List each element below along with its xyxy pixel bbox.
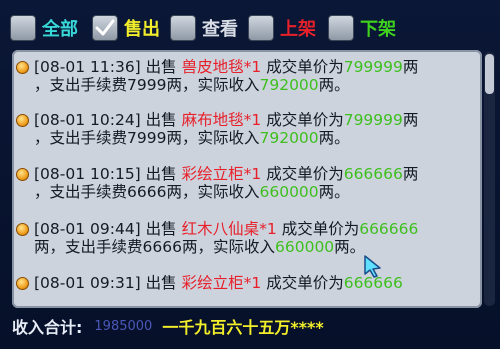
log-unit: 两 bbox=[402, 58, 419, 76]
log-entry: [08-01 11:36] 出售 兽皮地毯*1 成交单价为799999两 ，支出手… bbox=[16, 58, 478, 94]
filter-list[interactable]: 上架 bbox=[248, 12, 316, 44]
log-entry: [08-01 10:15] 出售 彩绘立柜*1 成交单价为666666两 ，支出手… bbox=[16, 165, 478, 201]
log-item: 彩绘立柜*1 bbox=[181, 165, 262, 183]
log-price: 666666 bbox=[359, 220, 419, 238]
checkbox[interactable] bbox=[92, 15, 118, 41]
income-total-bar: 收入合计: 1985000 一千九百六十五万**** bbox=[12, 313, 482, 339]
scrollbar[interactable] bbox=[484, 52, 495, 306]
log-income: 792000 bbox=[259, 76, 319, 94]
log-price-label: 成交单价为 bbox=[266, 274, 344, 292]
log-income: 660000 bbox=[259, 183, 319, 201]
log-income-label: 两，实际收入 bbox=[166, 129, 260, 147]
log-end: 两。 bbox=[318, 183, 350, 201]
income-total-value: 1985000 bbox=[94, 318, 153, 334]
filter-delist[interactable]: 下架 bbox=[328, 12, 396, 44]
log-fee: 7999 bbox=[127, 129, 167, 147]
log-entry: [08-01 09:44] 出售 红木八仙桌*1 成交单价为666666 两，支出… bbox=[16, 220, 478, 256]
filter-label: 上架 bbox=[280, 19, 316, 40]
filter-bar: 全部 售出 查看 上架 下架 bbox=[8, 8, 492, 48]
income-total-label: 收入合计: bbox=[12, 318, 83, 337]
log-item: 红木八仙桌*1 bbox=[181, 220, 277, 238]
log-fee: 6666 bbox=[127, 183, 167, 201]
log-action: 出售 bbox=[145, 274, 177, 292]
log-entry: [08-01 10:24] 出售 麻布地毯*1 成交单价为799999两 ，支出手… bbox=[16, 111, 478, 147]
filter-label: 查看 bbox=[202, 19, 238, 40]
checkbox[interactable] bbox=[248, 15, 274, 41]
check-icon bbox=[95, 19, 115, 36]
filter-all[interactable]: 全部 bbox=[10, 12, 78, 44]
log-income: 792000 bbox=[259, 129, 319, 147]
log-item: 兽皮地毯*1 bbox=[181, 58, 262, 76]
log-income-label: 两，实际收入 bbox=[166, 76, 260, 94]
log-end: 两。 bbox=[318, 129, 350, 147]
log-action: 出售 bbox=[145, 111, 177, 129]
log-price: 799999 bbox=[343, 111, 403, 129]
log-fee: 6666 bbox=[142, 238, 182, 256]
trade-log-window: 全部 售出 查看 上架 下架 [08-01 11:36] 出售 兽皮地毯*1 成… bbox=[0, 0, 500, 349]
log-fee-label: ，支出手续费 bbox=[34, 183, 128, 201]
coin-icon bbox=[16, 223, 29, 236]
log-time: [08-01 09:31] bbox=[34, 274, 141, 292]
log-end: 两。 bbox=[334, 238, 366, 256]
log-action: 出售 bbox=[145, 58, 177, 76]
checkbox[interactable] bbox=[10, 15, 36, 41]
coin-icon bbox=[16, 61, 29, 74]
log-income: 660000 bbox=[275, 238, 335, 256]
income-total-words: 一千九百六十五万**** bbox=[162, 318, 324, 337]
log-action: 出售 bbox=[145, 220, 177, 238]
log-time: [08-01 10:24] bbox=[34, 111, 141, 129]
filter-view[interactable]: 查看 bbox=[170, 12, 238, 44]
coin-icon bbox=[16, 114, 29, 127]
log-unit: 两 bbox=[34, 238, 50, 256]
coin-icon bbox=[16, 168, 29, 181]
filter-label: 售出 bbox=[124, 19, 160, 40]
coin-icon bbox=[16, 277, 29, 290]
pointer-cursor-icon bbox=[364, 255, 381, 278]
log-income-label: 两，实际收入 bbox=[166, 183, 260, 201]
log-end: 两。 bbox=[318, 76, 350, 94]
log-action: 出售 bbox=[145, 165, 177, 183]
log-price-label: 成交单价为 bbox=[266, 58, 344, 76]
filter-label: 下架 bbox=[360, 19, 396, 40]
log-unit: 两 bbox=[402, 111, 419, 129]
log-price-label: 成交单价为 bbox=[266, 111, 344, 129]
log-fee: 7999 bbox=[127, 76, 167, 94]
log-time: [08-01 09:44] bbox=[34, 220, 141, 238]
log-time: [08-01 11:36] bbox=[34, 58, 141, 76]
scrollbar-thumb[interactable] bbox=[485, 54, 494, 94]
log-time: [08-01 10:15] bbox=[34, 165, 141, 183]
log-income-label: 两，实际收入 bbox=[181, 238, 275, 256]
trade-log-panel[interactable]: [08-01 11:36] 出售 兽皮地毯*1 成交单价为799999两 ，支出手… bbox=[12, 50, 482, 308]
log-fee-label: ，支出手续费 bbox=[49, 238, 143, 256]
log-price: 799999 bbox=[343, 58, 403, 76]
log-price: 666666 bbox=[343, 165, 403, 183]
log-price-label: 成交单价为 bbox=[266, 165, 344, 183]
log-entry: [08-01 09:31] 出售 彩绘立柜*1 成交单价为666666 bbox=[16, 274, 478, 292]
log-fee-label: ，支出手续费 bbox=[34, 129, 128, 147]
checkbox[interactable] bbox=[170, 15, 196, 41]
checkbox[interactable] bbox=[328, 15, 354, 41]
log-fee-label: ，支出手续费 bbox=[34, 76, 128, 94]
log-item: 彩绘立柜*1 bbox=[181, 274, 262, 292]
filter-sold[interactable]: 售出 bbox=[92, 12, 160, 44]
log-item: 麻布地毯*1 bbox=[181, 111, 262, 129]
filter-label: 全部 bbox=[42, 19, 78, 40]
log-unit: 两 bbox=[402, 165, 419, 183]
log-price-label: 成交单价为 bbox=[281, 220, 360, 238]
